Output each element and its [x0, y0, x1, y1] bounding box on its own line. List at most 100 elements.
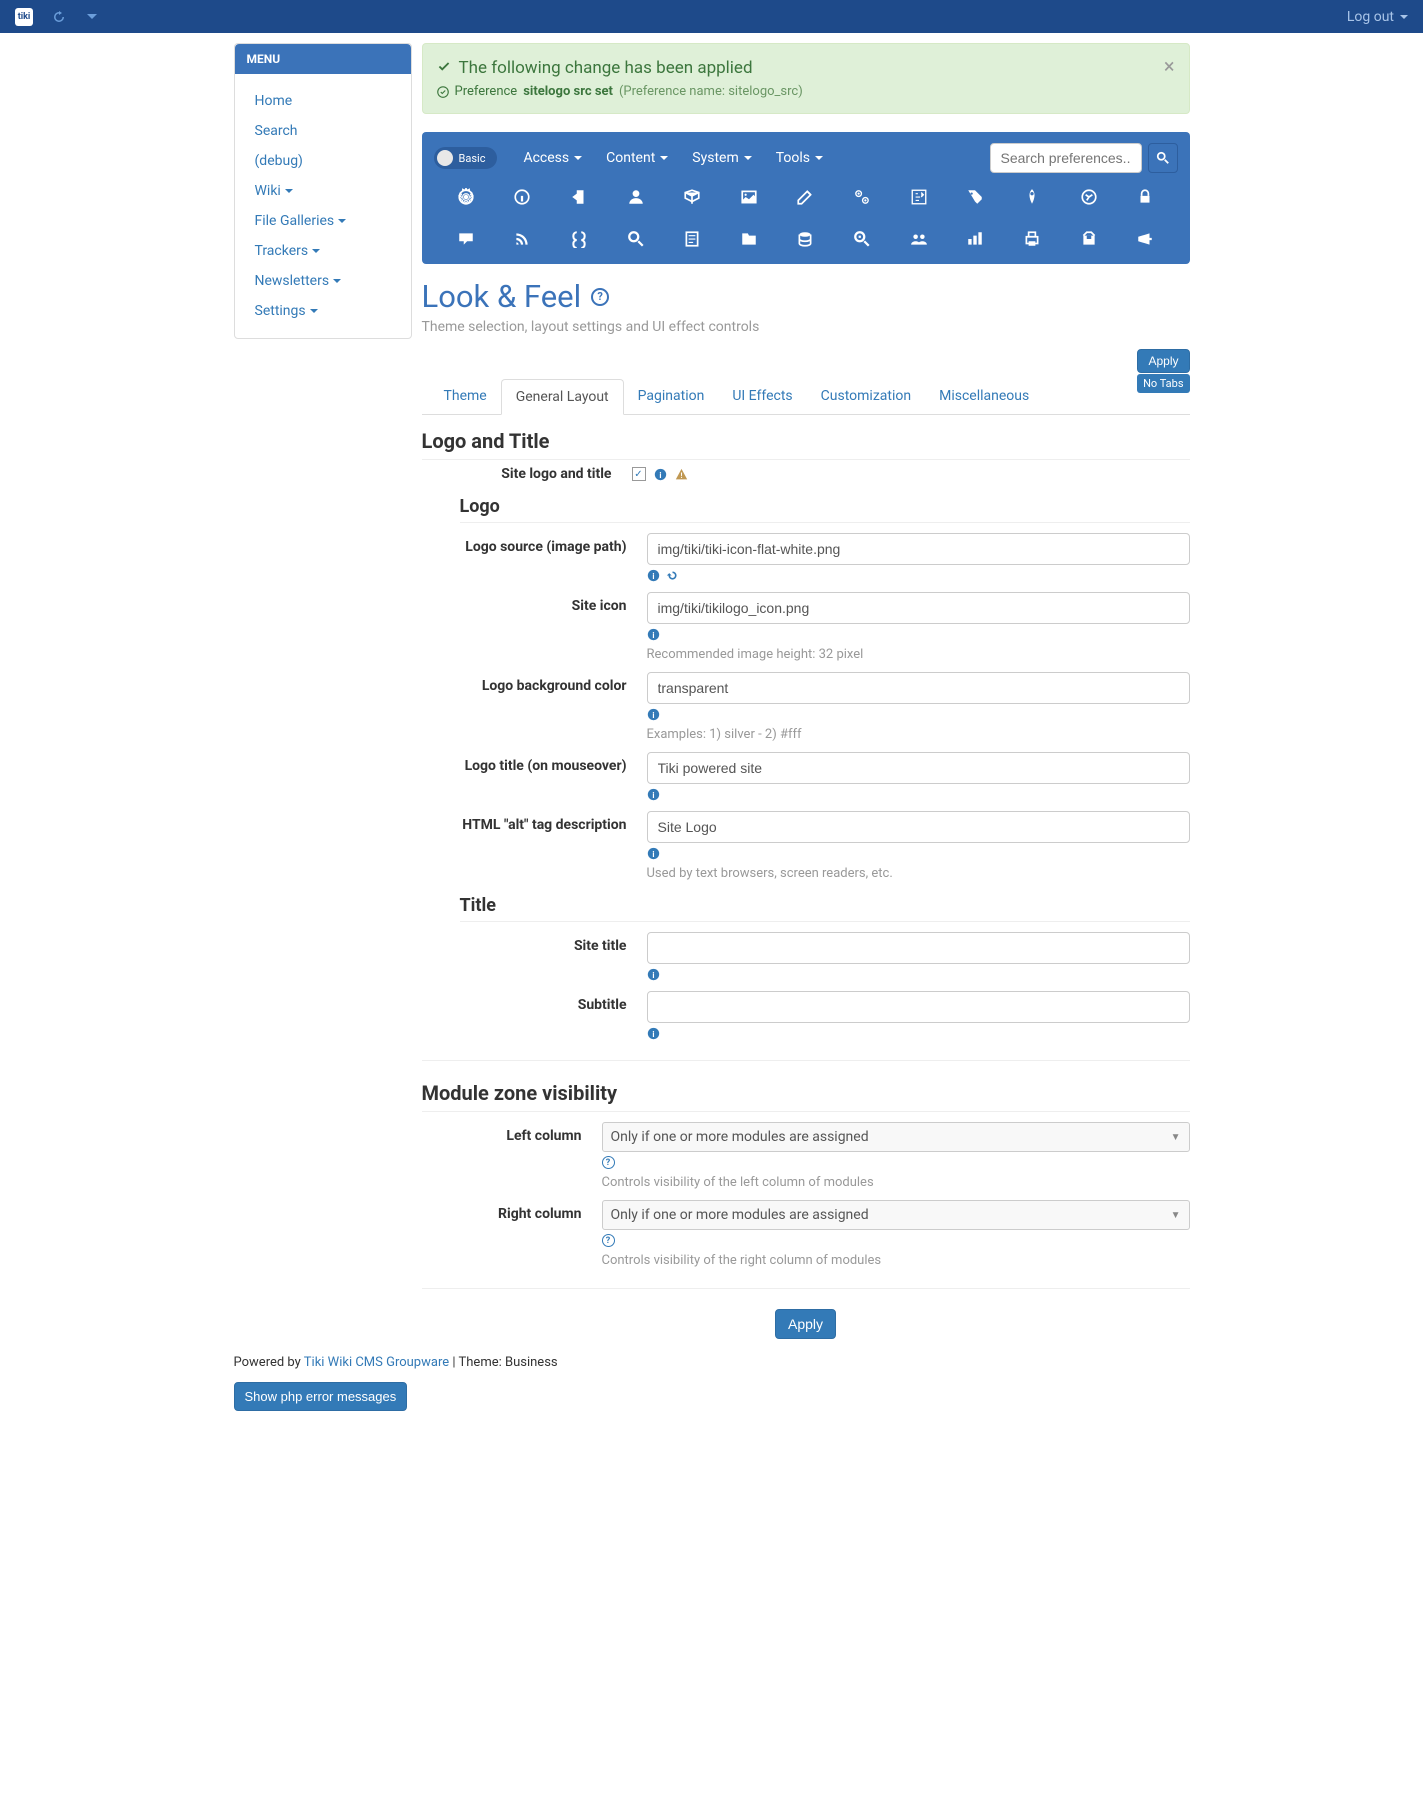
- rss-icon[interactable]: [494, 224, 551, 254]
- tab-customization[interactable]: Customization: [807, 379, 925, 414]
- basic-toggle[interactable]: Basic: [434, 147, 498, 169]
- megaphone-icon[interactable]: [1117, 224, 1174, 254]
- tab-miscellaneous[interactable]: Miscellaneous: [925, 379, 1043, 414]
- svg-text:i: i: [652, 849, 654, 859]
- sidebar-item-debug[interactable]: (debug): [235, 146, 411, 176]
- info-icon[interactable]: i: [654, 468, 667, 481]
- tab-ui-effects[interactable]: UI Effects: [718, 379, 806, 414]
- logo-source-label: Logo source (image path): [422, 533, 647, 582]
- folder-icon[interactable]: [721, 224, 778, 254]
- close-icon[interactable]: ×: [1164, 54, 1175, 78]
- toggle-knob: [437, 150, 453, 166]
- apply-button-top[interactable]: Apply: [1137, 349, 1189, 373]
- pref-detail: (Preference name: sitelogo_src): [619, 84, 803, 99]
- map-pin-icon[interactable]: [1004, 182, 1061, 212]
- link-icon[interactable]: [551, 224, 608, 254]
- power-icon[interactable]: [494, 182, 551, 212]
- logo-source-input[interactable]: [647, 533, 1190, 565]
- subtitle-label: Subtitle: [422, 991, 647, 1040]
- site-icon-input[interactable]: [647, 592, 1190, 624]
- left-column-label: Left column: [422, 1122, 602, 1190]
- subtitle-input[interactable]: [647, 991, 1190, 1023]
- nav-system[interactable]: System: [680, 142, 763, 174]
- site-title-input[interactable]: [647, 932, 1190, 964]
- tab-pagination[interactable]: Pagination: [624, 379, 719, 414]
- success-alert: × The following change has been applied …: [422, 43, 1190, 114]
- lock-icon[interactable]: [1117, 182, 1174, 212]
- comment-icon[interactable]: [438, 224, 495, 254]
- logout-link[interactable]: Log out: [1347, 9, 1408, 25]
- info-icon[interactable]: i: [647, 628, 660, 641]
- reset-icon[interactable]: [666, 569, 679, 582]
- info-icon[interactable]: i: [647, 968, 660, 981]
- nav-access[interactable]: Access: [511, 142, 594, 174]
- gift-icon[interactable]: [1060, 224, 1117, 254]
- sidebar-item-home[interactable]: Home: [235, 86, 411, 116]
- dashboard-icon[interactable]: [1060, 182, 1117, 212]
- help-icon[interactable]: ?: [602, 1156, 615, 1169]
- sidebar-item-filegalleries[interactable]: File Galleries: [235, 206, 411, 236]
- svg-text:i: i: [652, 710, 654, 720]
- basic-label: Basic: [459, 152, 486, 165]
- tag-icon[interactable]: [947, 182, 1004, 212]
- expand-icon[interactable]: [85, 10, 99, 24]
- database-icon[interactable]: [777, 224, 834, 254]
- sidebar-item-wiki[interactable]: Wiki: [235, 176, 411, 206]
- sidebar-item-search[interactable]: Search: [235, 116, 411, 146]
- sidebar-item-trackers[interactable]: Trackers: [235, 236, 411, 266]
- history-icon[interactable]: [51, 9, 67, 25]
- document-icon[interactable]: [664, 224, 721, 254]
- tab-theme[interactable]: Theme: [430, 379, 501, 414]
- search-icon[interactable]: [607, 224, 664, 254]
- logo-bg-help: Examples: 1) silver - 2) #fff: [647, 727, 1190, 742]
- right-column-select[interactable]: Only if one or more modules are assigned…: [602, 1200, 1190, 1230]
- search-button[interactable]: [1148, 143, 1178, 173]
- logo-title-label: Logo title (on mouseover): [422, 752, 647, 801]
- chevron-down-icon: ▼: [1171, 1132, 1181, 1143]
- search-input[interactable]: [990, 143, 1142, 173]
- help-icon[interactable]: ?: [602, 1234, 615, 1247]
- tiki-logo[interactable]: tiki: [15, 8, 33, 26]
- gear-icon[interactable]: [438, 182, 495, 212]
- help-icon[interactable]: ?: [591, 288, 609, 306]
- logo-bg-label: Logo background color: [422, 672, 647, 742]
- image-icon[interactable]: [721, 182, 778, 212]
- svg-text:i: i: [652, 1029, 654, 1039]
- title-subheading: Title: [460, 895, 1190, 922]
- site-icon-help: Recommended image height: 32 pixel: [647, 647, 1190, 662]
- sidebar-item-newsletters[interactable]: Newsletters: [235, 266, 411, 296]
- nav-tools[interactable]: Tools: [764, 142, 835, 174]
- users-icon[interactable]: [890, 224, 947, 254]
- print-icon[interactable]: [1004, 224, 1061, 254]
- svg-text:i: i: [652, 630, 654, 640]
- sidebar-item-settings[interactable]: Settings: [235, 296, 411, 326]
- site-logo-title-checkbox[interactable]: ✓: [632, 467, 646, 481]
- left-column-select[interactable]: Only if one or more modules are assigned…: [602, 1122, 1190, 1152]
- info-icon[interactable]: i: [647, 1027, 660, 1040]
- chevron-down-icon: ▼: [1171, 1210, 1181, 1221]
- info-icon[interactable]: i: [647, 847, 660, 860]
- translate-icon[interactable]: [890, 182, 947, 212]
- logo-title-input[interactable]: [647, 752, 1190, 784]
- alt-tag-input[interactable]: [647, 811, 1190, 843]
- nav-content[interactable]: Content: [594, 142, 680, 174]
- info-icon[interactable]: i: [647, 569, 660, 582]
- warning-icon[interactable]: !: [675, 468, 688, 481]
- info-icon[interactable]: i: [647, 708, 660, 721]
- info-icon[interactable]: i: [647, 788, 660, 801]
- package-icon[interactable]: [664, 182, 721, 212]
- tiki-link[interactable]: Tiki Wiki CMS Groupware: [304, 1355, 449, 1370]
- logo-bg-input[interactable]: [647, 672, 1190, 704]
- tab-general-layout[interactable]: General Layout: [501, 379, 624, 415]
- section-logo-title: Logo and Title: [422, 429, 1190, 460]
- apply-button-bottom[interactable]: Apply: [775, 1309, 836, 1339]
- chart-icon[interactable]: [947, 224, 1004, 254]
- no-tabs-button[interactable]: No Tabs: [1137, 374, 1189, 393]
- page-description: Theme selection, layout settings and UI …: [422, 319, 1190, 335]
- login-icon[interactable]: [551, 182, 608, 212]
- edit-icon[interactable]: [777, 182, 834, 212]
- zoom-icon[interactable]: [834, 224, 891, 254]
- user-icon[interactable]: [607, 182, 664, 212]
- php-errors-button[interactable]: Show php error messages: [234, 1382, 408, 1411]
- gears-icon[interactable]: [834, 182, 891, 212]
